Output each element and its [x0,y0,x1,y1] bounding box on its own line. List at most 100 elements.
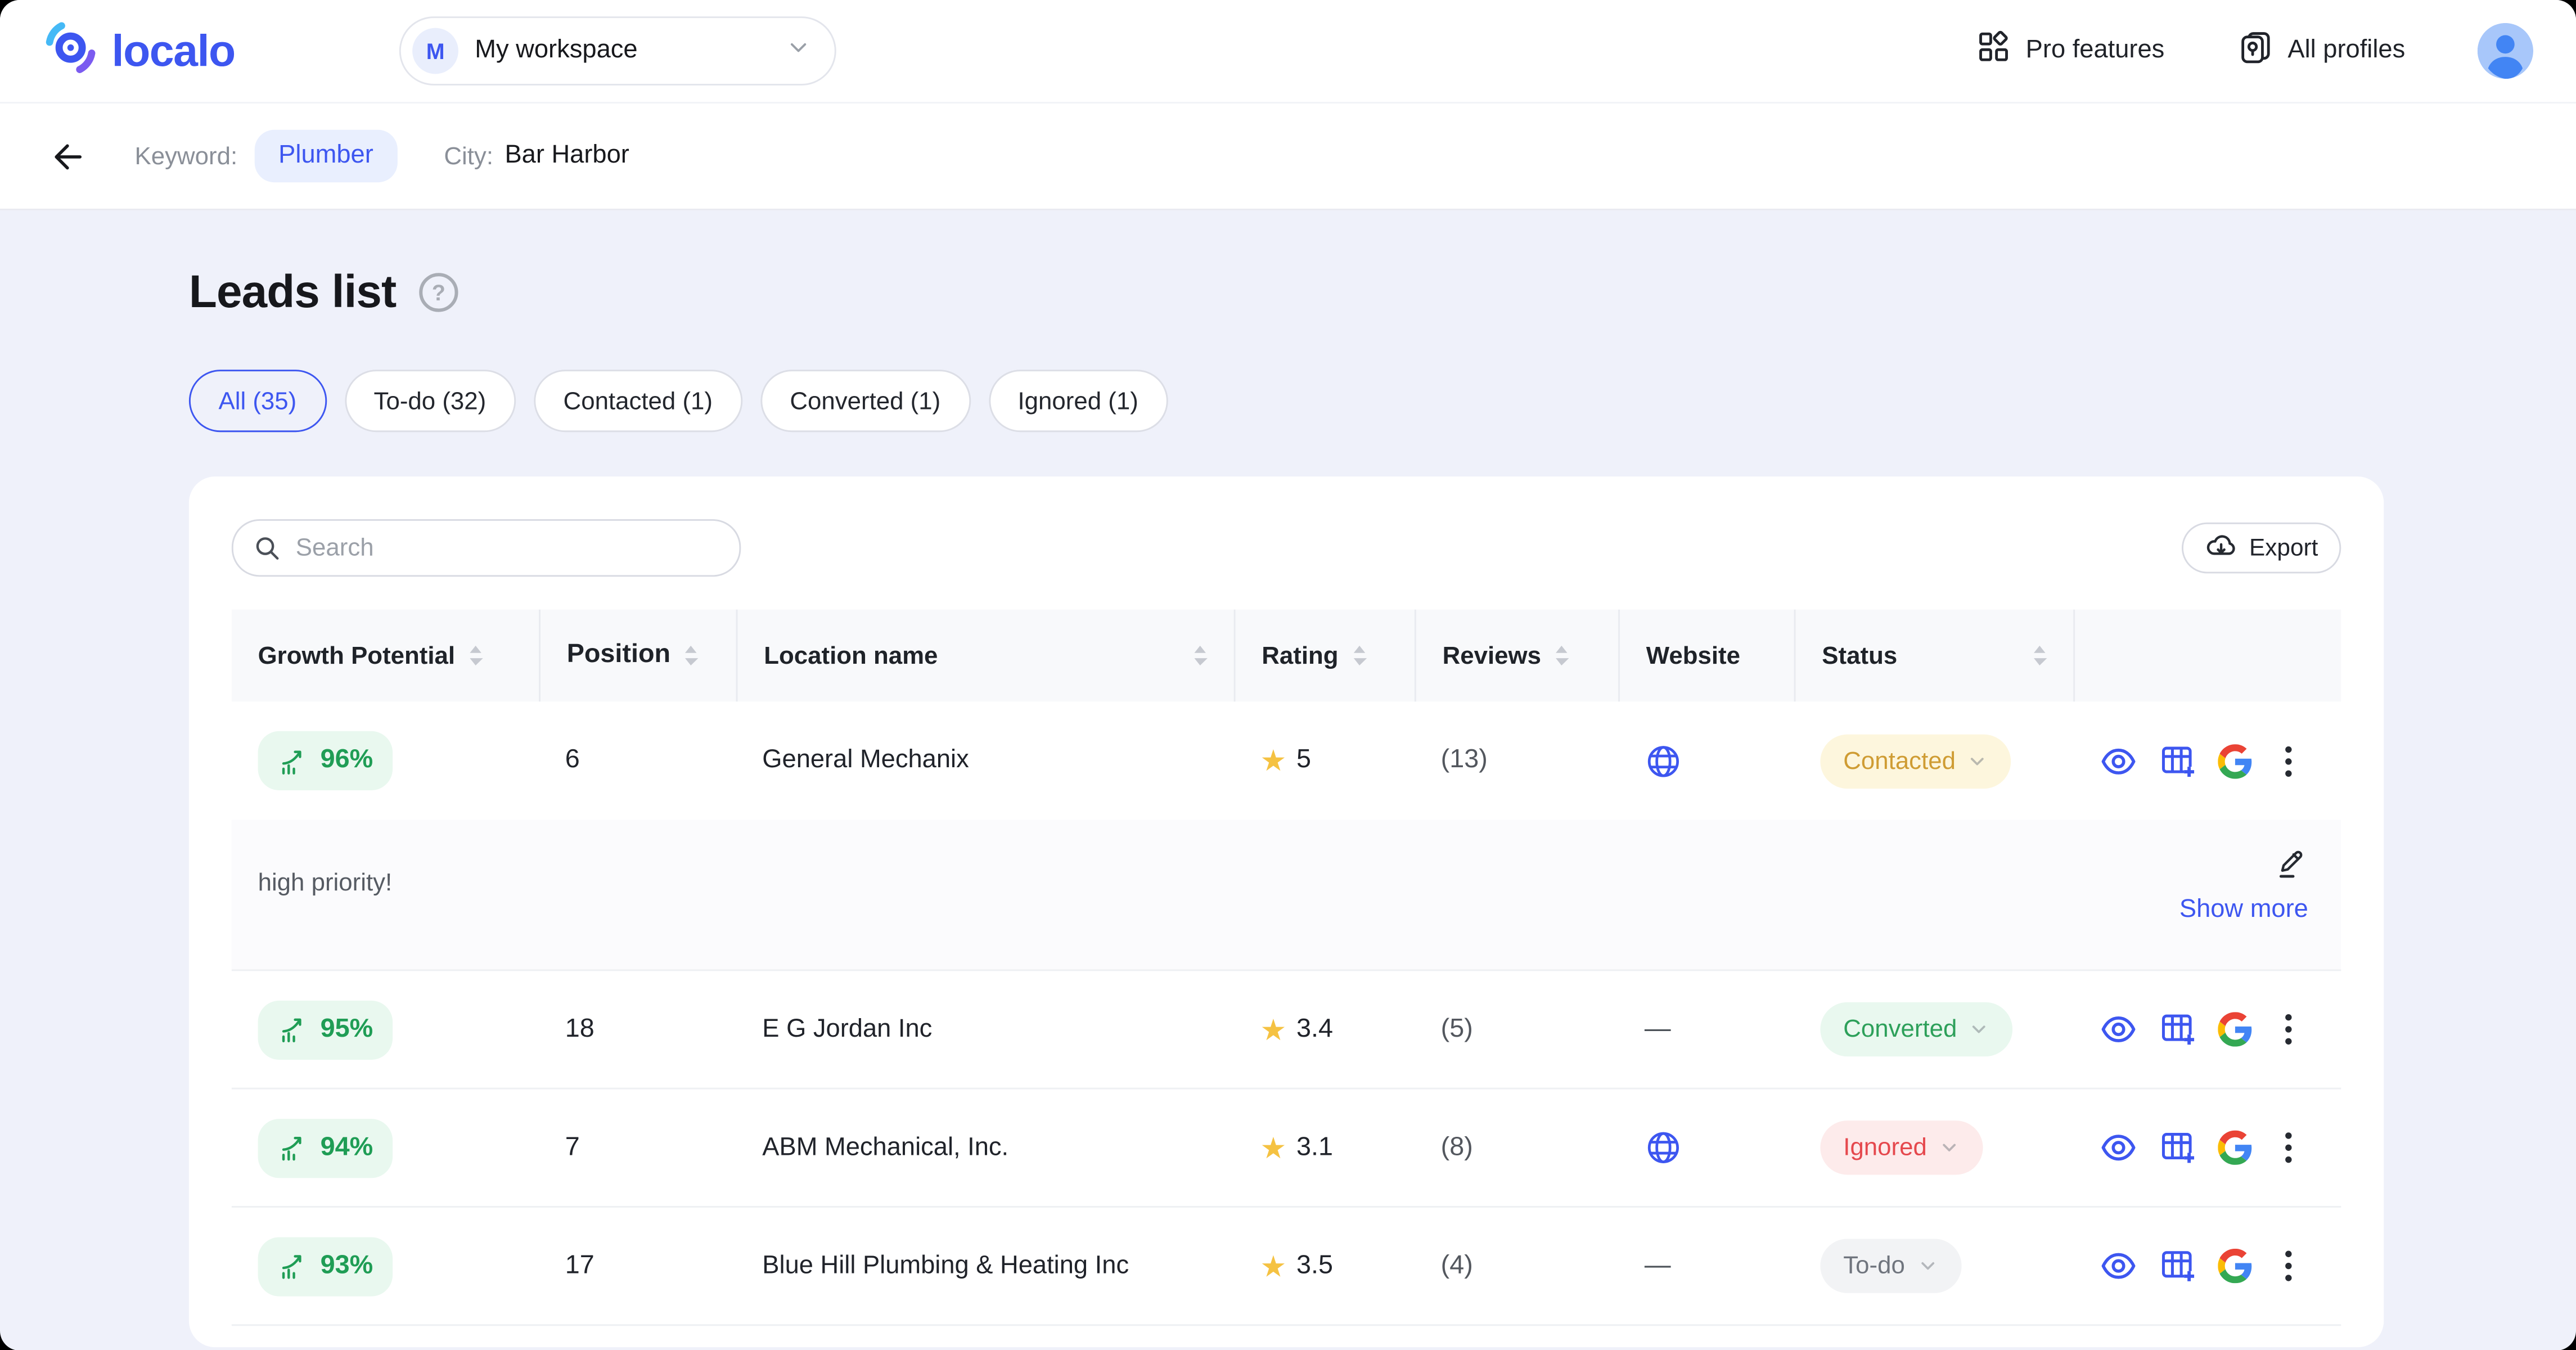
row-menu-button[interactable] [2274,1249,2304,1283]
website-missing-dash: — [1645,1251,1671,1281]
watch-lead-button[interactable] [2100,1010,2137,1048]
filter-chip-ignored[interactable]: Ignored (1) [988,370,1168,432]
sort-icon [1193,644,1208,667]
eye-icon [2100,1129,2137,1167]
table-row: 96% 6 General Mechanix ★5 (13) Contacted [232,701,2341,820]
status-badge[interactable]: To-do [1820,1239,1961,1293]
app-window: localo M My workspace Pro features All p… [0,0,2576,1350]
reviews-count: (8) [1441,1133,1473,1163]
star-icon: ★ [1260,1133,1286,1163]
filter-chip-to-do[interactable]: To-do (32) [344,370,516,432]
sort-icon [468,644,483,667]
star-icon: ★ [1260,746,1286,776]
reviews-count: (13) [1441,746,1488,776]
rating-value: 3.1 [1296,1133,1333,1163]
column-header-status[interactable]: Status [1794,610,2074,702]
location-name: Blue Hill Plumbing & Heating Inc [762,1251,1129,1281]
help-button[interactable]: ? [417,271,460,314]
sort-icon [1352,644,1366,667]
growth-potential-badge: 93% [258,1236,393,1295]
note-text: high priority! [258,846,393,946]
search-input[interactable] [232,519,741,577]
back-button[interactable] [49,137,87,175]
sub-header-bar: Keyword: Plumber City: Bar Harbor [0,104,2576,210]
main-content: Leads list ? All (35)To-do (32)Contacted… [0,210,2576,1350]
column-header-rating[interactable]: Rating [1234,610,1415,702]
leads-table-card: Export Growth PotentialPosition Location … [189,476,2384,1347]
help-question-icon: ? [417,271,460,314]
column-label: Status [1822,642,1897,670]
filter-chips: All (35) To-do (32) Contacted (1) Converted… [189,370,2384,432]
website-link[interactable] [1645,742,1682,780]
city-value: Bar Harbor [505,141,629,171]
chevron-down-icon [1916,1256,1938,1277]
status-badge[interactable]: Converted [1820,1002,2012,1056]
position-value: 17 [565,1251,595,1281]
growth-value: 96% [321,746,373,776]
star-icon: ★ [1260,1015,1286,1045]
export-button[interactable]: Export [2182,523,2341,574]
column-label: Rating [1262,642,1338,670]
column-header-website: Website [1618,610,1794,702]
rating-value: 3.5 [1296,1251,1333,1281]
column-header-position[interactable]: Position [539,610,736,702]
all-profiles-pin-icon [2237,29,2273,65]
google-profile-button[interactable] [2218,744,2252,778]
google-profile-button[interactable] [2218,1131,2252,1165]
user-avatar[interactable] [2478,23,2533,79]
column-label: Location name [764,642,938,670]
lead-note-row: high priority! Show more [232,820,2341,971]
column-header-reviews[interactable]: Reviews [1415,610,1618,702]
user-avatar-icon [2478,23,2533,79]
add-to-sheet-button[interactable] [2159,1010,2196,1048]
back-arrow-icon [49,137,87,175]
filter-chip-all[interactable]: All (35) [189,370,326,432]
search-icon [253,534,281,562]
row-menu-button[interactable] [2274,744,2304,778]
location-name: E G Jordan Inc [762,1015,932,1045]
status-badge[interactable]: Ignored [1820,1120,1983,1174]
keyword-value-pill[interactable]: Plumber [254,130,398,182]
column-header-location[interactable]: Location name [736,610,1234,702]
chevron-down-icon [1967,750,1988,771]
google-profile-button[interactable] [2218,1012,2252,1046]
sheet-add-icon [2159,1129,2196,1167]
filter-chip-converted[interactable]: Converted (1) [760,370,970,432]
google-profile-button[interactable] [2218,1249,2252,1283]
eye-icon [2100,1010,2137,1048]
row-menu-button[interactable] [2274,1012,2304,1046]
reviews-count: (4) [1441,1251,1473,1281]
show-more-link[interactable]: Show more [2179,896,2308,925]
website-link[interactable] [1645,1129,1682,1167]
grid-icon [1976,30,2011,73]
rating-value: 3.4 [1296,1015,1333,1045]
reviews-count: (5) [1441,1015,1473,1045]
status-label: Contacted [1843,747,1956,775]
website-missing-dash: — [1645,1015,1671,1045]
localo-logo-mark [39,16,102,87]
watch-lead-button[interactable] [2100,1129,2137,1167]
growth-value: 94% [321,1133,373,1163]
add-to-sheet-button[interactable] [2159,742,2196,780]
edit-note-button[interactable] [2274,846,2308,880]
growth-potential-badge: 96% [258,731,393,790]
status-badge[interactable]: Contacted [1820,734,2011,788]
kebab-menu-icon [2274,1012,2304,1046]
sheet-add-icon [2159,742,2196,780]
column-header-growth[interactable]: Growth Potential [232,610,539,702]
growth-potential-badge: 94% [258,1118,393,1177]
row-menu-button[interactable] [2274,1131,2304,1165]
workspace-selector[interactable]: M My workspace [399,16,836,86]
all-profiles-button[interactable]: All profiles [2237,29,2405,73]
table-row: 94% 7 ABM Mechanical, Inc. ★3.1 (8) Igno… [232,1090,2341,1208]
pro-features-button[interactable]: Pro features [1976,30,2164,73]
growth-potential-badge: 95% [258,1000,393,1059]
add-to-sheet-button[interactable] [2159,1129,2196,1167]
filter-chip-contacted[interactable]: Contacted (1) [534,370,742,432]
export-label: Export [2249,535,2318,561]
position-value: 7 [565,1133,580,1163]
watch-lead-button[interactable] [2100,1247,2137,1285]
watch-lead-button[interactable] [2100,742,2137,780]
add-to-sheet-button[interactable] [2159,1247,2196,1285]
eye-icon [2100,742,2137,780]
